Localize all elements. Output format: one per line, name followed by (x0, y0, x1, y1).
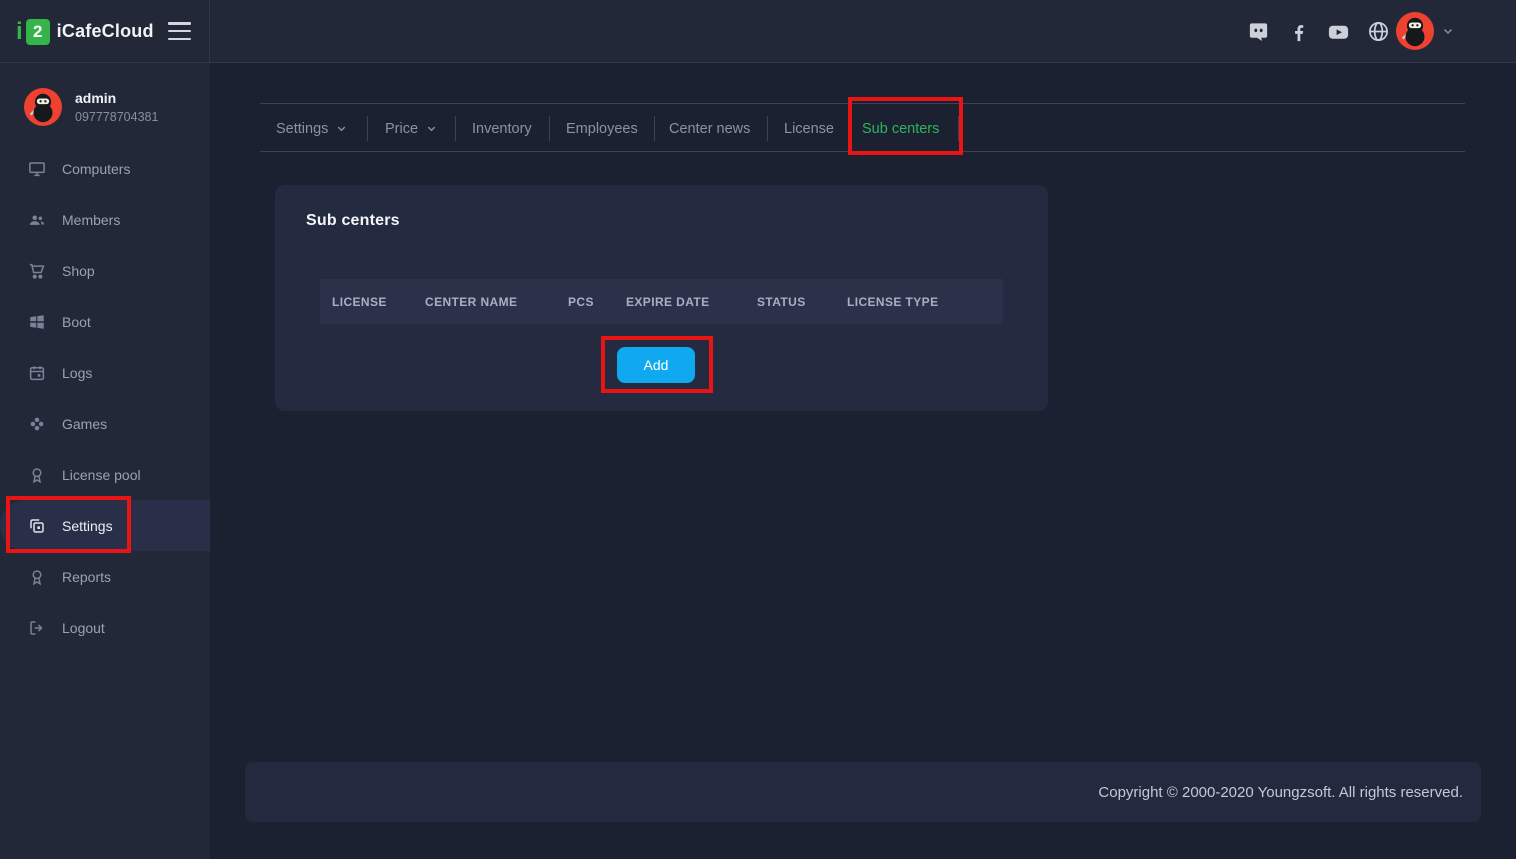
logout-icon (28, 619, 46, 637)
tab-divider (367, 116, 368, 141)
sidebar-item-settings[interactable]: Settings (0, 500, 210, 551)
medal-icon (28, 466, 46, 484)
discord-icon[interactable] (1247, 20, 1270, 43)
logo-box-mark: 2 (26, 19, 50, 45)
user-phone: 097778704381 (75, 110, 158, 124)
sidebar: admin 097778704381 Computers Members Sho… (0, 63, 210, 859)
gamepad-icon (28, 415, 46, 433)
sidebar-item-label: Reports (62, 569, 111, 585)
tab-sub-centers[interactable]: Sub centers (862, 104, 939, 153)
menu-toggle-icon[interactable] (168, 22, 191, 40)
tab-divider (455, 116, 456, 141)
tab-employees[interactable]: Employees (566, 104, 638, 153)
tab-center-news[interactable]: Center news (669, 104, 750, 153)
column-header-expire-date: EXPIRE DATE (626, 295, 757, 309)
sidebar-item-label: Shop (62, 263, 95, 279)
monitor-icon (28, 160, 46, 178)
sidebar-item-members[interactable]: Members (0, 194, 210, 245)
sidebar-item-reports[interactable]: Reports (0, 551, 210, 602)
sidebar-item-label: Games (62, 416, 107, 432)
sidebar-item-boot[interactable]: Boot (0, 296, 210, 347)
chevron-down-icon (426, 123, 437, 134)
column-header-pcs: PCS (568, 295, 626, 309)
chevron-down-icon[interactable] (1442, 25, 1454, 37)
sidebar-item-label: Logs (62, 365, 92, 381)
sidebar-user-block: admin 097778704381 (24, 88, 158, 126)
sidebar-item-label: Settings (62, 518, 113, 534)
copyright-text: Copyright © 2000-2020 Youngzsoft. All ri… (1098, 784, 1463, 801)
column-header-status: STATUS (757, 295, 847, 309)
sub-centers-card: Sub centers LICENSE CENTER NAME PCS EXPI… (275, 185, 1048, 411)
column-header-center-name: CENTER NAME (425, 295, 568, 309)
windows-icon (28, 313, 46, 331)
tab-inventory[interactable]: Inventory (472, 104, 532, 153)
calendar-icon (28, 364, 46, 382)
sidebar-item-logout[interactable]: Logout (0, 602, 210, 653)
tab-divider (848, 116, 849, 141)
tab-settings[interactable]: Settings (276, 104, 347, 153)
sidebar-nav: Computers Members Shop Boot Logs Games (0, 143, 210, 653)
topbar: i 2 iCafeCloud (0, 0, 1516, 63)
youtube-icon[interactable] (1327, 20, 1350, 43)
user-name: admin (75, 90, 158, 106)
tab-divider (654, 116, 655, 141)
people-icon (28, 211, 46, 229)
sidebar-item-license-pool[interactable]: License pool (0, 449, 210, 500)
layers-icon (28, 517, 46, 535)
chevron-down-icon (336, 123, 347, 134)
sidebar-item-label: License pool (62, 467, 141, 483)
tab-price[interactable]: Price (385, 104, 437, 153)
facebook-icon[interactable] (1287, 20, 1310, 43)
sidebar-item-label: Computers (62, 161, 130, 177)
tab-divider (549, 116, 550, 141)
sidebar-item-computers[interactable]: Computers (0, 143, 210, 194)
footer: Copyright © 2000-2020 Youngzsoft. All ri… (245, 762, 1481, 822)
column-header-license-type: LICENSE TYPE (847, 295, 997, 309)
tab-divider (958, 116, 959, 141)
sidebar-item-logs[interactable]: Logs (0, 347, 210, 398)
tab-divider (767, 116, 768, 141)
user-avatar[interactable] (1396, 12, 1434, 50)
column-header-license: LICENSE (332, 295, 425, 309)
card-title: Sub centers (306, 212, 400, 230)
add-button[interactable]: Add (617, 347, 695, 383)
user-menu[interactable] (1396, 12, 1454, 50)
cart-icon (28, 262, 46, 280)
app-root: i 2 iCafeCloud (0, 0, 1516, 859)
brand-name: iCafeCloud (57, 21, 154, 42)
medal-icon (28, 568, 46, 586)
sidebar-user-avatar (24, 88, 62, 126)
sidebar-item-games[interactable]: Games (0, 398, 210, 449)
settings-tabbar: Settings Price Inventory Employees Cente… (260, 103, 1465, 152)
globe-icon[interactable] (1367, 20, 1390, 43)
sidebar-item-label: Boot (62, 314, 91, 330)
table-header-row: LICENSE CENTER NAME PCS EXPIRE DATE STAT… (320, 279, 1003, 324)
sidebar-item-label: Members (62, 212, 120, 228)
sidebar-item-shop[interactable]: Shop (0, 245, 210, 296)
logo-i-mark: i (16, 20, 23, 44)
tab-license[interactable]: License (784, 104, 834, 153)
sidebar-item-label: Logout (62, 620, 105, 636)
